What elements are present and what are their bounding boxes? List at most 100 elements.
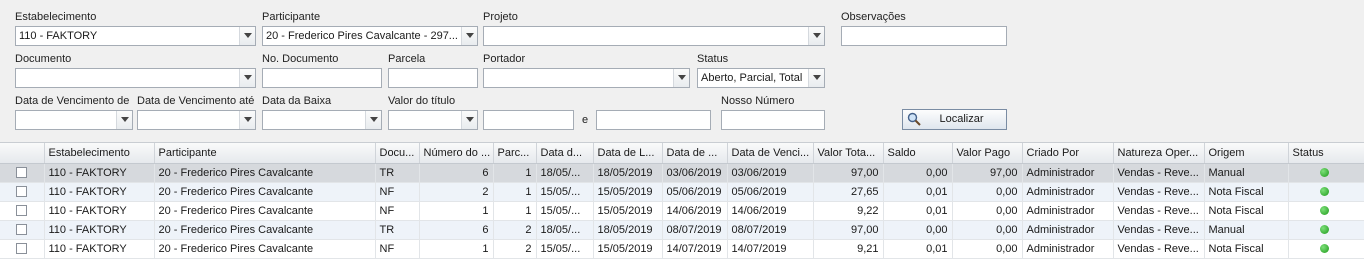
table-cell: Vendas - Reve... <box>1113 239 1205 259</box>
parcela-input[interactable] <box>388 68 478 88</box>
table-cell: Administrador <box>1022 220 1114 240</box>
table-cell: 18/05/... <box>536 163 594 183</box>
valor-titulo-operator-select[interactable] <box>388 110 478 130</box>
results-grid: Estabelecimento Participante Docu... Número… <box>0 142 1364 260</box>
table-cell: 0,00 <box>883 163 953 183</box>
table-cell: TR <box>375 220 420 240</box>
status-select[interactable]: Aberto, Parcial, Total <box>697 68 825 88</box>
parcela-label: Parcela <box>388 53 426 65</box>
table-row[interactable]: 110 - FAKTORY 20 - Frederico Pires Cavalc… <box>0 239 1364 259</box>
row-checkbox[interactable] <box>16 224 27 236</box>
documento-select[interactable] <box>15 68 256 88</box>
row-select-cell <box>0 163 45 183</box>
no-documento-input[interactable] <box>262 68 382 88</box>
valor-titulo-to-input[interactable] <box>596 110 711 130</box>
chevron-down-icon[interactable] <box>365 111 381 129</box>
table-cell: 0,01 <box>883 182 953 202</box>
row-checkbox[interactable] <box>16 186 27 198</box>
chevron-down-icon[interactable] <box>461 27 477 45</box>
table-row[interactable]: 110 - FAKTORY 20 - Frederico Pires Cavalc… <box>0 201 1364 221</box>
column-header[interactable]: Parc... <box>493 143 537 164</box>
column-header[interactable]: Valor Pago <box>952 143 1023 164</box>
table-cell: Administrador <box>1022 182 1114 202</box>
column-header[interactable]: Estabelecimento <box>44 143 155 164</box>
select-column-header[interactable] <box>0 143 45 164</box>
table-row[interactable]: 110 - FAKTORY 20 - Frederico Pires Cavalc… <box>0 163 1364 183</box>
venc-ate-label: Data de Vencimento até <box>137 95 255 107</box>
observacoes-input[interactable] <box>841 26 1007 46</box>
table-cell: 14/06/2019 <box>662 201 728 221</box>
table-cell: 05/06/2019 <box>727 182 814 202</box>
column-header[interactable]: Status <box>1288 143 1364 164</box>
table-cell: NF <box>375 182 420 202</box>
table-cell: 2 <box>493 239 537 259</box>
table-cell: 14/07/2019 <box>727 239 814 259</box>
projeto-select[interactable] <box>483 26 825 46</box>
nosso-numero-label: Nosso Número <box>721 95 795 107</box>
table-cell: 18/05/... <box>536 220 594 240</box>
table-cell: 1 <box>493 163 537 183</box>
chevron-down-icon[interactable] <box>808 27 824 45</box>
column-header[interactable]: Data de ... <box>662 143 728 164</box>
status-dot-icon <box>1319 244 1329 254</box>
column-header[interactable]: Participante <box>154 143 376 164</box>
chevron-down-icon[interactable] <box>673 69 689 87</box>
row-checkbox[interactable] <box>16 243 27 255</box>
no-documento-label: No. Documento <box>262 53 339 65</box>
column-header[interactable]: Origem <box>1204 143 1289 164</box>
status-dot-icon <box>1319 168 1329 178</box>
status-dot-icon <box>1319 187 1329 197</box>
table-cell: 08/07/2019 <box>727 220 814 240</box>
column-header[interactable]: Número do ... <box>419 143 494 164</box>
localizar-button[interactable]: Localizar <box>902 109 1007 130</box>
portador-select[interactable] <box>483 68 690 88</box>
column-header[interactable]: Criado Por <box>1022 143 1114 164</box>
chevron-down-icon[interactable] <box>808 69 824 87</box>
column-header[interactable]: Data de L... <box>593 143 663 164</box>
column-header[interactable]: Saldo <box>883 143 953 164</box>
table-cell: 9,22 <box>813 201 884 221</box>
table-row[interactable]: 110 - FAKTORY 20 - Frederico Pires Cavalc… <box>0 220 1364 240</box>
table-cell: Vendas - Reve... <box>1113 163 1205 183</box>
chevron-down-icon[interactable] <box>461 111 477 129</box>
row-checkbox[interactable] <box>16 167 27 179</box>
table-cell: 20 - Frederico Pires Cavalcante <box>154 239 376 259</box>
table-cell: Administrador <box>1022 163 1114 183</box>
estabelecimento-label: Estabelecimento <box>15 11 97 23</box>
column-header[interactable]: Data d... <box>536 143 594 164</box>
venc-de-date[interactable] <box>15 110 133 130</box>
column-header[interactable]: Data de Venci... <box>727 143 814 164</box>
row-checkbox[interactable] <box>16 205 27 217</box>
chevron-down-icon[interactable] <box>116 111 132 129</box>
table-cell: 6 <box>419 163 494 183</box>
valor-titulo-from-input[interactable] <box>483 110 574 130</box>
table-cell: 14/07/2019 <box>662 239 728 259</box>
table-cell: Nota Fiscal <box>1204 239 1289 259</box>
table-cell: 08/07/2019 <box>662 220 728 240</box>
table-cell: Manual <box>1204 220 1289 240</box>
table-row[interactable]: 110 - FAKTORY 20 - Frederico Pires Cavalc… <box>0 182 1364 202</box>
table-cell: 14/06/2019 <box>727 201 814 221</box>
venc-ate-date[interactable] <box>137 110 256 130</box>
table-cell: 2 <box>493 220 537 240</box>
table-cell: 0,01 <box>883 201 953 221</box>
row-select-cell <box>0 201 45 221</box>
table-cell: 110 - FAKTORY <box>44 163 155 183</box>
table-cell: 97,00 <box>952 163 1023 183</box>
table-cell: Manual <box>1204 163 1289 183</box>
chevron-down-icon[interactable] <box>239 27 255 45</box>
table-cell: 20 - Frederico Pires Cavalcante <box>154 201 376 221</box>
column-header[interactable]: Valor Tota... <box>813 143 884 164</box>
data-baixa-date[interactable] <box>262 110 382 130</box>
participante-select[interactable]: 20 - Frederico Pires Cavalcante - 297... <box>262 26 478 46</box>
table-cell: 0,00 <box>883 220 953 240</box>
column-header[interactable]: Natureza Oper... <box>1113 143 1205 164</box>
nosso-numero-input[interactable] <box>721 110 825 130</box>
table-cell: 15/05/2019 <box>593 201 663 221</box>
column-header[interactable]: Docu... <box>375 143 420 164</box>
estabelecimento-select[interactable]: 110 - FAKTORY <box>15 26 256 46</box>
status-cell <box>1288 163 1364 183</box>
chevron-down-icon[interactable] <box>239 69 255 87</box>
table-cell: 110 - FAKTORY <box>44 201 155 221</box>
chevron-down-icon[interactable] <box>239 111 255 129</box>
